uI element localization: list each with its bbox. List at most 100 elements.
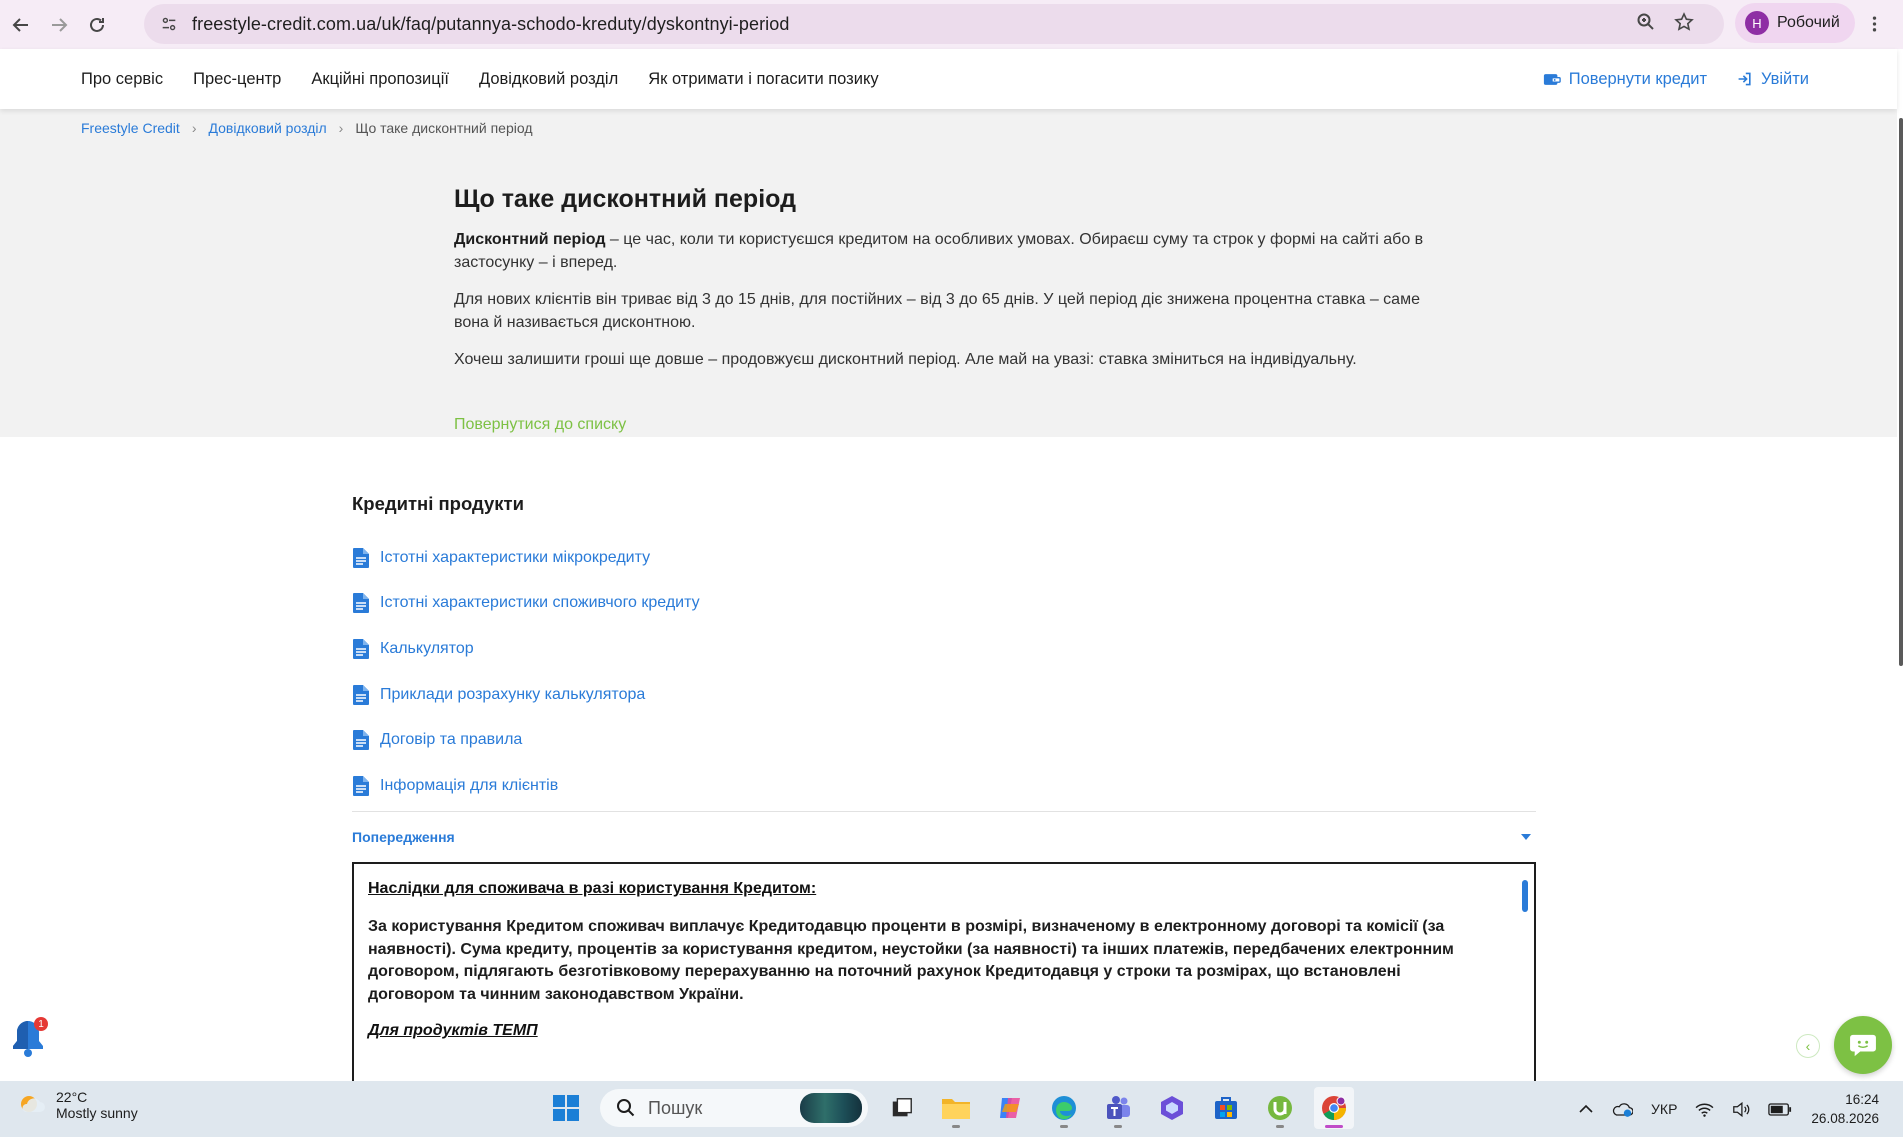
products-list: Істотні характеристики мікрокредиту Істо… (352, 535, 1536, 809)
warnings-accordion: Попередження Наслідки для споживача в ра… (352, 811, 1536, 1092)
bookmark-star-icon[interactable] (1674, 11, 1694, 37)
file-explorer-button[interactable] (936, 1087, 976, 1129)
nav-promotions[interactable]: Акційні пропозиції (311, 70, 449, 89)
chevron-up-icon[interactable] (1579, 1104, 1593, 1114)
teams-icon (1107, 1096, 1130, 1119)
arrow-right-icon (52, 17, 68, 32)
taskbar-apps: Пошук (546, 1087, 1354, 1129)
address-bar[interactable]: freestyle-credit.com.ua/uk/faq/putannya-… (144, 4, 1724, 44)
chevron-left-icon: ‹ (1805, 1038, 1811, 1054)
nav-about[interactable]: Про сервіс (81, 70, 163, 89)
warnings-box-body: За користування Кредитом споживач виплач… (368, 918, 1454, 1003)
running-indicator (1325, 1125, 1343, 1128)
warnings-scrollbar[interactable] (1522, 880, 1528, 912)
back-to-list-link[interactable]: Повернутися до списку (454, 416, 626, 434)
notifications-widget[interactable]: 1 (10, 1017, 48, 1059)
input-language[interactable]: УКР (1651, 1101, 1677, 1117)
speaker-icon[interactable] (1732, 1101, 1750, 1117)
more-vertical-icon (1872, 16, 1876, 32)
article-paragraph-2: Для нових клієнтів він триває від 3 до 1… (454, 291, 1420, 331)
clock[interactable]: 16:24 26.08.2026 (1811, 1090, 1879, 1128)
running-indicator (1114, 1125, 1122, 1128)
product-link-consumer-credit[interactable]: Істотні характеристики споживчого кредит… (380, 594, 700, 612)
start-button[interactable] (546, 1087, 586, 1129)
search-placeholder: Пошук (648, 1097, 703, 1118)
chevron-right-icon: › (338, 120, 344, 136)
wallet-icon (1543, 73, 1561, 85)
search-highlight-image (800, 1093, 862, 1123)
list-item: Істотні характеристики споживчого кредит… (352, 581, 1536, 627)
copilot-icon (1000, 1098, 1020, 1118)
page-title: Що таке дисконтний період (454, 185, 796, 213)
warnings-content[interactable]: Наслідки для споживача в разі користуван… (352, 862, 1536, 1092)
reload-button[interactable] (78, 6, 116, 44)
nav-how-to-get-repay[interactable]: Як отримати і погасити позику (648, 70, 878, 89)
edge-button[interactable] (1044, 1087, 1084, 1129)
repay-credit-link[interactable]: Повернути кредит (1543, 70, 1707, 89)
article-paragraph-3: Хочеш залишити гроші ще довше – продовжу… (454, 351, 1357, 368)
warnings-toggle[interactable]: Попередження (352, 812, 1536, 862)
breadcrumb-home[interactable]: Freestyle Credit (81, 120, 180, 136)
taskbar-search[interactable]: Пошук (600, 1089, 868, 1127)
product-link-client-info[interactable]: Інформація для клієнтів (380, 777, 558, 795)
utorrent-button[interactable] (1260, 1087, 1300, 1129)
task-view-button[interactable] (882, 1087, 922, 1129)
wifi-icon[interactable] (1695, 1102, 1714, 1117)
main-nav: Про сервіс Прес-центр Акційні пропозиції… (81, 70, 879, 89)
teams-button[interactable] (1098, 1087, 1138, 1129)
document-icon (352, 775, 370, 796)
login-icon (1738, 72, 1751, 86)
login-label: Увійти (1761, 69, 1809, 88)
reload-icon (90, 17, 104, 32)
notification-badge: 1 (34, 1017, 48, 1031)
breadcrumb-current: Що таке дисконтний період (355, 120, 533, 136)
document-icon (352, 593, 370, 614)
m365-button[interactable] (1152, 1087, 1192, 1129)
chat-button[interactable] (1834, 1016, 1892, 1074)
page-scrollbar-thumb[interactable] (1899, 118, 1903, 666)
url-text[interactable]: freestyle-credit.com.ua/uk/faq/putannya-… (192, 14, 790, 35)
onedrive-icon[interactable] (1611, 1102, 1634, 1117)
forward-button[interactable] (40, 6, 78, 44)
copilot-button[interactable] (990, 1087, 1030, 1129)
site-settings-icon[interactable] (152, 15, 186, 33)
profile-button[interactable]: Н Робочий (1735, 3, 1855, 43)
task-view-icon (892, 1098, 912, 1117)
product-link-calculator[interactable]: Калькулятор (380, 640, 474, 658)
warnings-title: Попередження (352, 829, 455, 845)
browser-toolbar: freestyle-credit.com.ua/uk/faq/putannya-… (0, 0, 1903, 49)
article-section: Freestyle Credit › Довідковий розділ › Щ… (0, 109, 1897, 437)
warnings-box-subtitle: Для продуктів ТЕМП (368, 1022, 538, 1039)
nav-press-center[interactable]: Прес-центр (193, 70, 281, 89)
search-icon (617, 1099, 635, 1117)
microsoft-365-icon (1161, 1096, 1183, 1120)
browser-menu-button[interactable] (1862, 10, 1886, 38)
weather-widget[interactable]: 22°C Mostly sunny (16, 1089, 138, 1121)
caret-down-icon (1521, 834, 1531, 840)
product-link-microcredit[interactable]: Істотні характеристики мікрокредиту (380, 549, 650, 567)
weather-temperature: 22°C (56, 1089, 88, 1105)
arrow-left-icon (12, 17, 28, 32)
nav-help-section[interactable]: Довідковий розділ (479, 70, 618, 89)
login-link[interactable]: Увійти (1737, 70, 1809, 89)
chat-icon (1850, 1034, 1876, 1057)
term-bold: Дисконтний період (454, 231, 606, 248)
chevron-right-icon: › (191, 120, 197, 136)
store-button[interactable] (1206, 1087, 1246, 1129)
avatar: Н (1745, 11, 1769, 35)
running-indicator (1060, 1125, 1068, 1128)
breadcrumb-help[interactable]: Довідковий розділ (208, 120, 326, 136)
zoom-icon[interactable] (1636, 12, 1656, 37)
credit-products: Кредитні продукти Істотні характеристики… (352, 493, 1536, 809)
product-link-calculator-examples[interactable]: Приклади розрахунку калькулятора (380, 686, 645, 704)
breadcrumb: Freestyle Credit › Довідковий розділ › Щ… (81, 120, 533, 136)
product-link-contract-rules[interactable]: Договір та правила (380, 731, 522, 749)
collapse-arrow-button[interactable]: ‹ (1796, 1034, 1820, 1058)
running-indicator (952, 1125, 960, 1128)
chrome-button[interactable] (1314, 1087, 1354, 1129)
utorrent-icon (1268, 1096, 1292, 1120)
back-button[interactable] (2, 6, 40, 44)
list-item: Приклади розрахунку калькулятора (352, 672, 1536, 718)
windows-logo-icon (553, 1095, 579, 1121)
battery-icon[interactable] (1768, 1102, 1792, 1116)
